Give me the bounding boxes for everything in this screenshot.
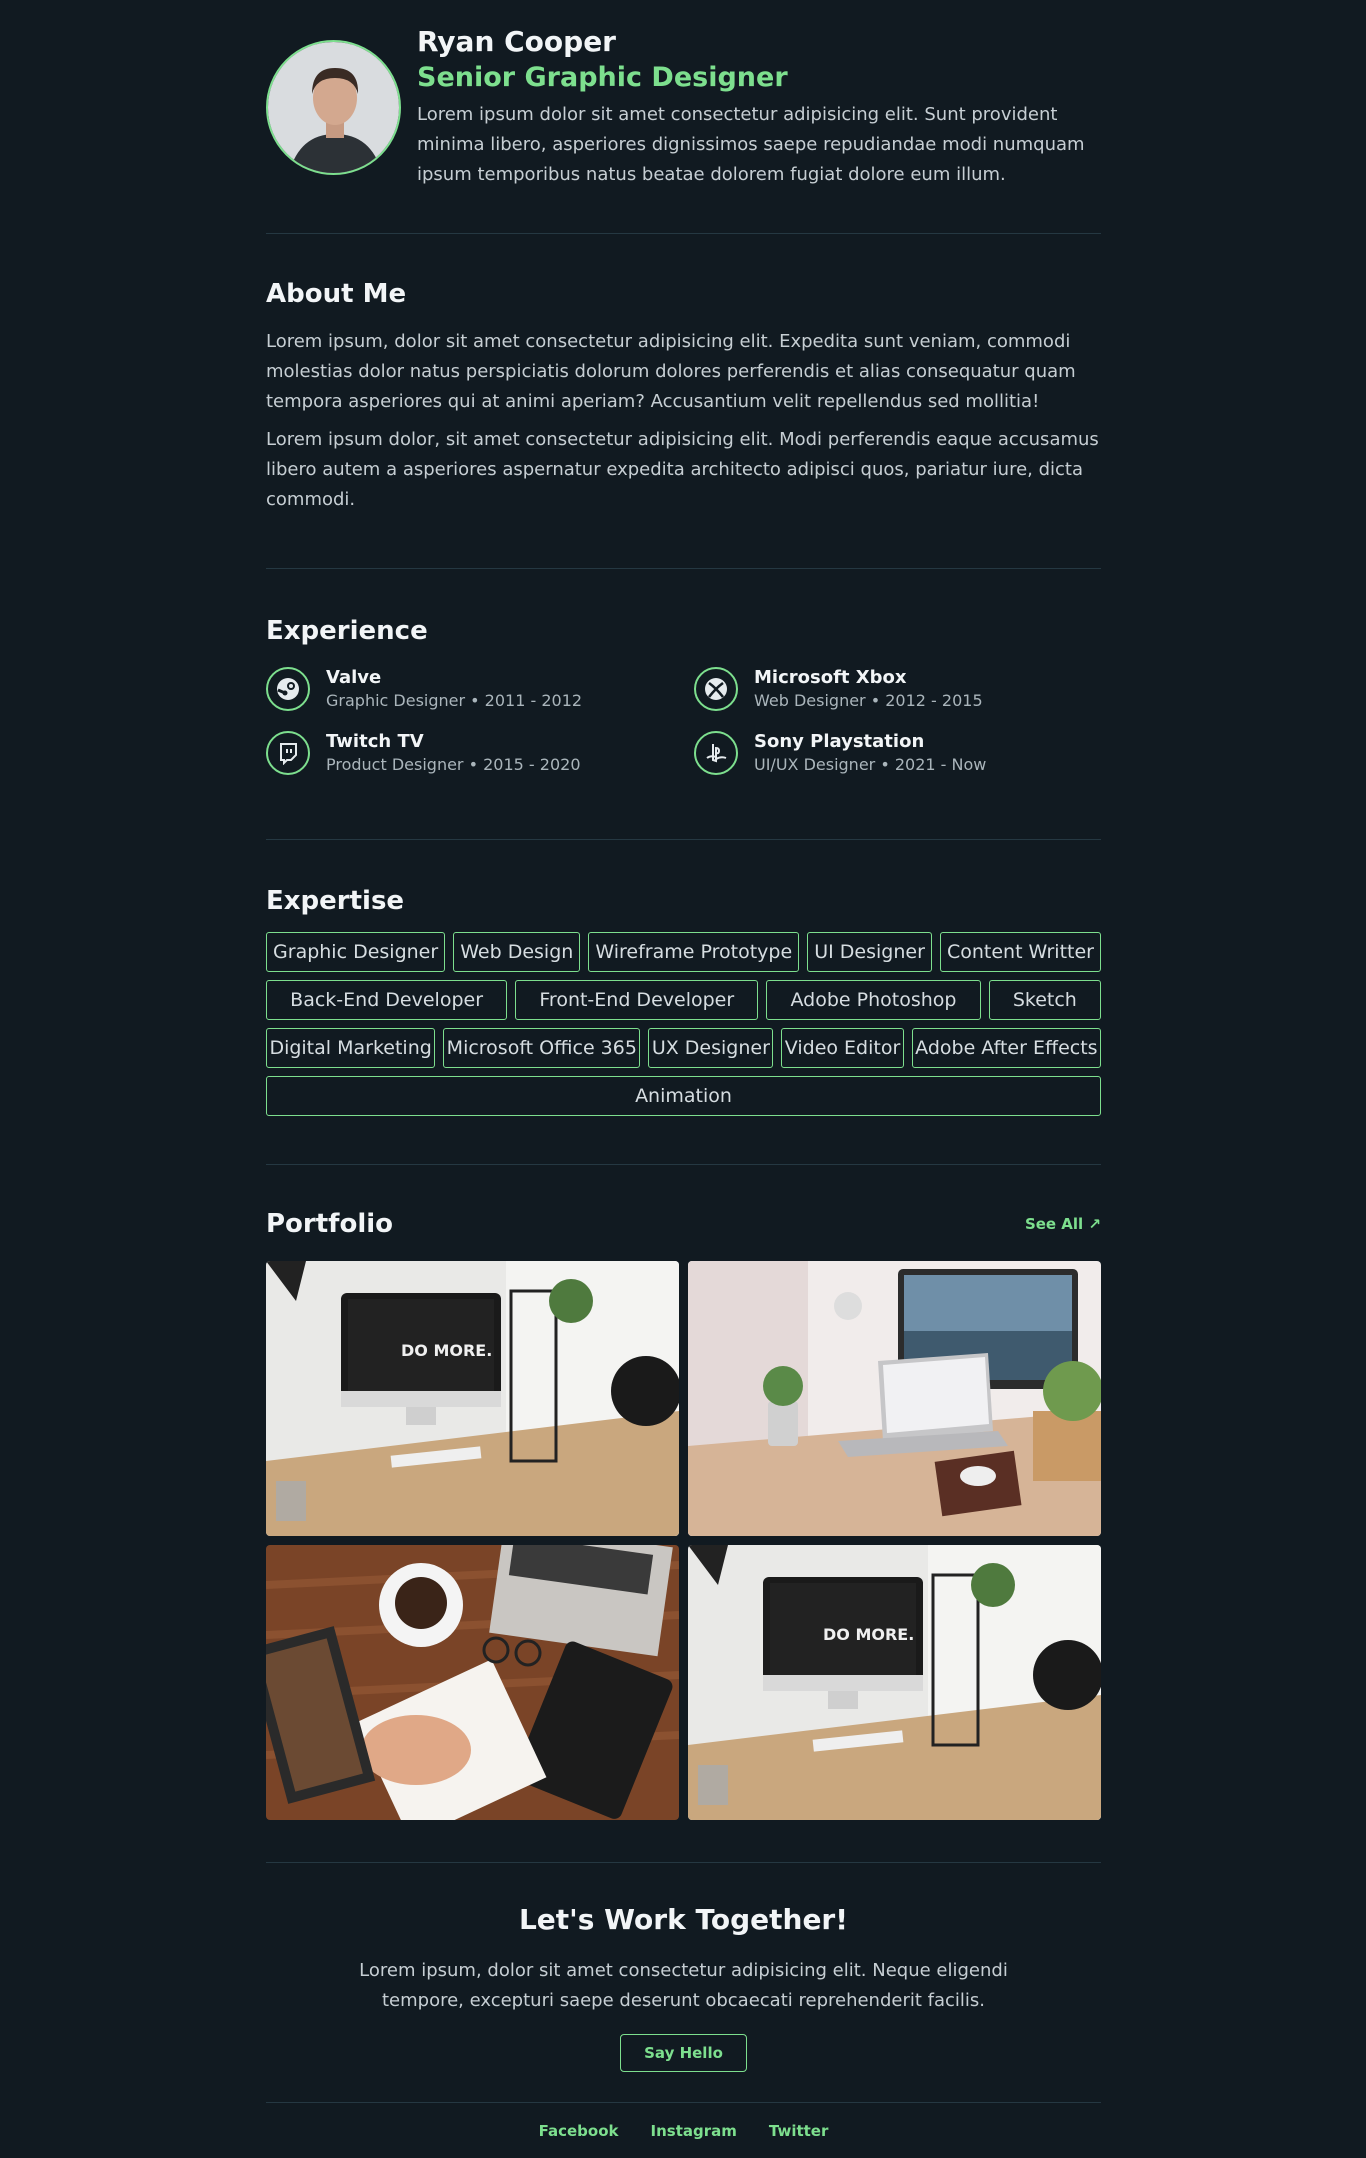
instagram-link[interactable]: Instagram xyxy=(651,2122,737,2140)
skill-tag: Microsoft Office 365 xyxy=(443,1028,641,1068)
contact-section: Let's Work Together! Lorem ipsum, dolor … xyxy=(266,1863,1101,2103)
screen-text: DO MORE. xyxy=(823,1625,914,1644)
portfolio-title: Portfolio xyxy=(266,1209,394,1239)
skill-tag: Animation xyxy=(266,1076,1101,1116)
experience-meta: Web Designer • 2012 - 2015 xyxy=(754,691,983,710)
expertise-section: Expertise Graphic Designer Web Design Wi… xyxy=(266,840,1102,1165)
skill-tag: Digital Marketing xyxy=(266,1028,436,1068)
cta-title: Let's Work Together! xyxy=(518,1903,849,1936)
experience-company: Twitch TV xyxy=(326,731,424,752)
experience-meta: Product Designer • 2015 - 2020 xyxy=(326,755,581,774)
about-title: About Me xyxy=(266,279,407,309)
skill-tag: UI Designer xyxy=(807,932,932,972)
experience-meta: Graphic Designer • 2011 - 2012 xyxy=(326,691,583,710)
xbox-icon xyxy=(694,667,738,711)
skill-tag: Web Design xyxy=(453,932,581,972)
experience-company: Valve xyxy=(326,667,382,688)
experience-company: Microsoft Xbox xyxy=(754,667,907,688)
skill-tag: Video Editor xyxy=(781,1028,904,1068)
experience-item-xbox: Microsoft Xbox Web Designer • 2012 - 201… xyxy=(694,666,1101,712)
experience-item-playstation: Sony Playstation UI/UX Designer • 2021 -… xyxy=(694,730,1101,776)
experience-company: Sony Playstation xyxy=(754,731,925,752)
experience-meta: UI/UX Designer • 2021 - Now xyxy=(754,755,987,774)
about-paragraph: Lorem ipsum, dolor sit amet consectetur … xyxy=(266,331,1076,412)
profile-role: Senior Graphic Designer xyxy=(417,62,788,93)
skill-tag: Sketch xyxy=(988,980,1101,1020)
skill-tag: Front-End Developer xyxy=(515,980,759,1020)
playstation-icon xyxy=(694,731,738,775)
cta-text: Lorem ipsum, dolor sit amet consectetur … xyxy=(359,1960,1008,2011)
skill-tag: Content Writter xyxy=(939,932,1102,972)
profile-description: Lorem ipsum dolor sit amet consectetur a… xyxy=(417,104,1085,185)
experience-section: Experience Valve Graphic Designer • 2011… xyxy=(266,569,1101,840)
portfolio-image[interactable]: DO MORE. xyxy=(688,1545,1101,1820)
skill-tag: UX Designer xyxy=(648,1028,774,1068)
footer: Facebook Instagram Twitter xyxy=(266,2103,1101,2158)
twitter-link[interactable]: Twitter xyxy=(769,2122,829,2140)
portfolio-image[interactable] xyxy=(688,1261,1101,1536)
say-hello-button[interactable]: Say Hello xyxy=(620,2034,747,2072)
skill-tag: Adobe After Effects xyxy=(911,1028,1101,1068)
avatar xyxy=(266,40,401,175)
experience-item-valve: Valve Graphic Designer • 2011 - 2012 xyxy=(266,666,694,712)
experience-item-twitch: Twitch TV Product Designer • 2015 - 2020 xyxy=(266,730,694,776)
skill-tag: Wireframe Prototype xyxy=(588,932,800,972)
skill-tag: Adobe Photoshop xyxy=(766,980,981,1020)
steam-icon xyxy=(266,667,310,711)
experience-title: Experience xyxy=(266,616,428,646)
profile-header: Ryan Cooper Senior Graphic Designer Lore… xyxy=(266,0,1101,234)
expertise-title: Expertise xyxy=(266,886,405,916)
portfolio-image[interactable]: DO MORE. xyxy=(266,1261,679,1536)
about-section: About Me Lorem ipsum, dolor sit amet con… xyxy=(266,234,1101,569)
profile-name: Ryan Cooper xyxy=(417,25,616,58)
screen-text: DO MORE. xyxy=(401,1341,492,1360)
about-paragraph: Lorem ipsum dolor, sit amet consectetur … xyxy=(266,429,1099,510)
see-all-link[interactable]: See All ↗ xyxy=(1025,1215,1101,1233)
skill-tag: Back-End Developer xyxy=(266,980,508,1020)
portfolio-image[interactable] xyxy=(266,1545,679,1820)
skill-tag: Graphic Designer xyxy=(266,932,446,972)
facebook-link[interactable]: Facebook xyxy=(539,2122,619,2140)
portfolio-section: Portfolio See All ↗ DO MORE. DO MORE. xyxy=(266,1165,1101,1863)
twitch-icon xyxy=(266,731,310,775)
